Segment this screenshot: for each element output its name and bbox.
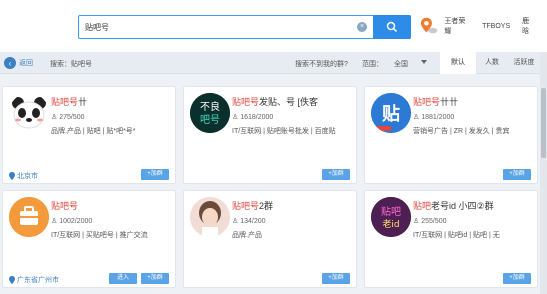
location-pin-icon[interactable] bbox=[420, 15, 438, 37]
member-count: ♙ 275/500 bbox=[51, 114, 85, 121]
tab-activity[interactable]: 活跃度 bbox=[506, 52, 542, 74]
group-tags: 品牌.产品 | 贴吧 | 贴*吧*号* bbox=[51, 128, 136, 135]
search-icon bbox=[386, 21, 398, 33]
range-label: 范围： bbox=[362, 61, 383, 68]
group-name[interactable]: 贴吧号发贴、号 [佚客 bbox=[232, 95, 354, 108]
vertical-scrollbar[interactable] bbox=[540, 52, 547, 294]
group-card[interactable]: 贴吧 老id 贴吧老号id 小四②群 ♙ 255/500 IT/互联网 | 贴吧i… bbox=[364, 190, 538, 288]
group-card[interactable]: 贴吧号卄 ♙ 275/500 品牌.产品 | 贴吧 | 贴*吧*号* 北京市 +… bbox=[2, 86, 176, 184]
girl-photo-avatar bbox=[190, 197, 230, 237]
group-name[interactable]: 贴吧号2群 bbox=[232, 199, 354, 212]
group-card[interactable]: 贴 贴吧号卄卄 ♙ 1881/2000 营销号广告 | ZR | 发发久 | 贵… bbox=[364, 86, 538, 184]
back-label: 返回 bbox=[19, 60, 33, 67]
group-tags: 品牌.产品 bbox=[232, 232, 262, 239]
hot-searches: 王者荣耀 TFBOYS 鹿晗 bbox=[420, 14, 547, 38]
tieba-id-avatar: 贴吧 老id bbox=[371, 197, 411, 237]
group-tags: 营销号广告 | ZR | 发发久 | 贵宾 bbox=[413, 128, 510, 135]
enter-group-button[interactable]: 进入 bbox=[109, 273, 137, 284]
svg-text:不良: 不良 bbox=[200, 100, 220, 113]
group-card[interactable]: 贴吧号 ♙ 1002/2000 IT/互联网 | 买贴吧号 | 推广交流 广东省… bbox=[2, 190, 176, 288]
panda-avatar bbox=[9, 93, 49, 133]
group-tags: IT/互联网 | 贴吧账号批发 | 百度贴 bbox=[232, 128, 336, 135]
member-count: ♙ 1002/2000 bbox=[51, 218, 93, 225]
group-name[interactable]: 贴吧号卄卄 bbox=[413, 95, 535, 108]
hot-search-link[interactable]: 鹿晗 bbox=[522, 16, 535, 36]
hot-search-link[interactable]: TFBOYS bbox=[482, 23, 510, 30]
join-group-button[interactable]: +加群 bbox=[503, 169, 531, 180]
group-name[interactable]: 贴吧号 bbox=[51, 199, 173, 212]
dark-logo-avatar: 不良 吧号 bbox=[190, 93, 230, 133]
search-query-label: 搜索：贴吧号 bbox=[50, 61, 92, 68]
chevron-down-icon[interactable] bbox=[421, 60, 427, 64]
tie-logo-avatar: 贴 bbox=[371, 93, 411, 133]
group-tags: IT/互联网 | 买贴吧号 | 推广交流 bbox=[51, 232, 148, 239]
group-card[interactable]: 不良 吧号 贴吧号发贴、号 [佚客 ♙ 1618/2000 IT/互联网 | 贴吧… bbox=[183, 86, 357, 184]
search-input[interactable] bbox=[85, 20, 345, 34]
back-arrow-icon: ‹ bbox=[4, 57, 16, 69]
briefcase-avatar bbox=[9, 197, 49, 237]
location-pin-icon bbox=[9, 172, 15, 180]
range-select[interactable]: 全国 bbox=[394, 59, 408, 69]
member-count: ♙ 1618/2000 bbox=[232, 114, 274, 121]
member-count: ♙ 1881/2000 bbox=[413, 114, 455, 121]
group-card[interactable]: 贴吧号2群 ♙ 134/200 品牌.产品 +加群 bbox=[183, 190, 357, 288]
join-group-button[interactable]: +加群 bbox=[503, 273, 531, 284]
clear-search-icon[interactable]: × bbox=[357, 22, 367, 32]
search-button[interactable] bbox=[373, 15, 411, 39]
group-name[interactable]: 贴吧老号id 小四②群 bbox=[413, 199, 535, 212]
group-tags: IT/互联网 | 贴吧id | 贴吧 | 无 bbox=[413, 232, 500, 239]
filter-bar: ‹ 返回 搜索：贴吧号 搜索不到我的群? 范围： 全国 默认 人数 活跃度 bbox=[0, 52, 547, 74]
group-location: 北京市 bbox=[9, 171, 38, 181]
hot-search-link[interactable]: 王者荣耀 bbox=[444, 16, 470, 36]
scroll-thumb[interactable] bbox=[541, 88, 546, 158]
svg-text:贴吧: 贴吧 bbox=[381, 205, 401, 218]
member-count: ♙ 134/200 bbox=[232, 218, 266, 225]
tab-default[interactable]: 默认 bbox=[440, 52, 476, 74]
top-bar: × 王者荣耀 TFBOYS 鹿晗 bbox=[0, 0, 547, 52]
search-box: × bbox=[78, 15, 411, 39]
join-group-button[interactable]: +加群 bbox=[141, 169, 169, 180]
join-group-button[interactable]: +加群 bbox=[322, 273, 350, 284]
svg-text:老id: 老id bbox=[382, 218, 399, 230]
svg-text:吧号: 吧号 bbox=[200, 114, 220, 126]
tab-members[interactable]: 人数 bbox=[474, 52, 510, 74]
join-group-button[interactable]: +加群 bbox=[322, 169, 350, 180]
no-find-link[interactable]: 搜索不到我的群? bbox=[295, 59, 348, 69]
group-name[interactable]: 贴吧号卄 bbox=[51, 95, 173, 108]
back-button[interactable]: ‹ 返回 bbox=[4, 57, 33, 69]
group-location: 广东省广州市 bbox=[9, 275, 59, 285]
location-pin-icon bbox=[9, 276, 15, 284]
group-results: 贴吧号卄 ♙ 275/500 品牌.产品 | 贴吧 | 贴*吧*号* 北京市 +… bbox=[0, 80, 547, 294]
member-count: ♙ 255/500 bbox=[413, 218, 447, 225]
svg-text:贴: 贴 bbox=[382, 103, 400, 125]
join-group-button[interactable]: +加群 bbox=[141, 273, 169, 284]
